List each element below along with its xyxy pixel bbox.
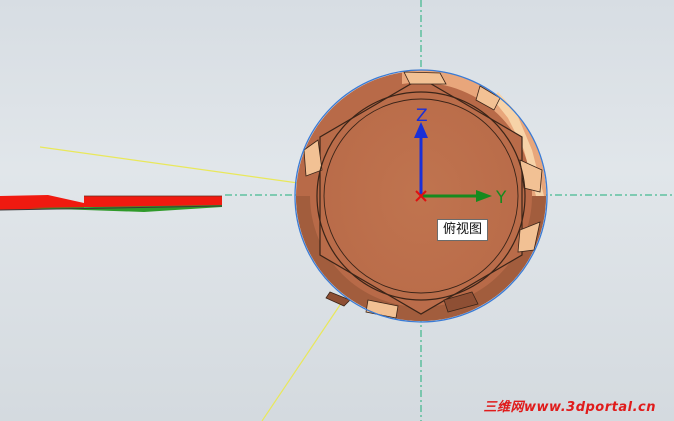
axis-label-z: Z <box>416 106 428 126</box>
construction-line-upper <box>39 146 299 184</box>
axis-label-y: Y <box>495 188 507 208</box>
watermark: 三维网www.3dportal.cn <box>483 400 656 415</box>
edge-on-part[interactable] <box>0 195 223 212</box>
construction-line-lower <box>261 301 343 421</box>
view-orientation-tooltip: 俯视图 <box>437 219 489 241</box>
3d-graphics-viewport[interactable]: Z Y 俯视图 三维网www.3dportal.cn <box>0 0 674 421</box>
